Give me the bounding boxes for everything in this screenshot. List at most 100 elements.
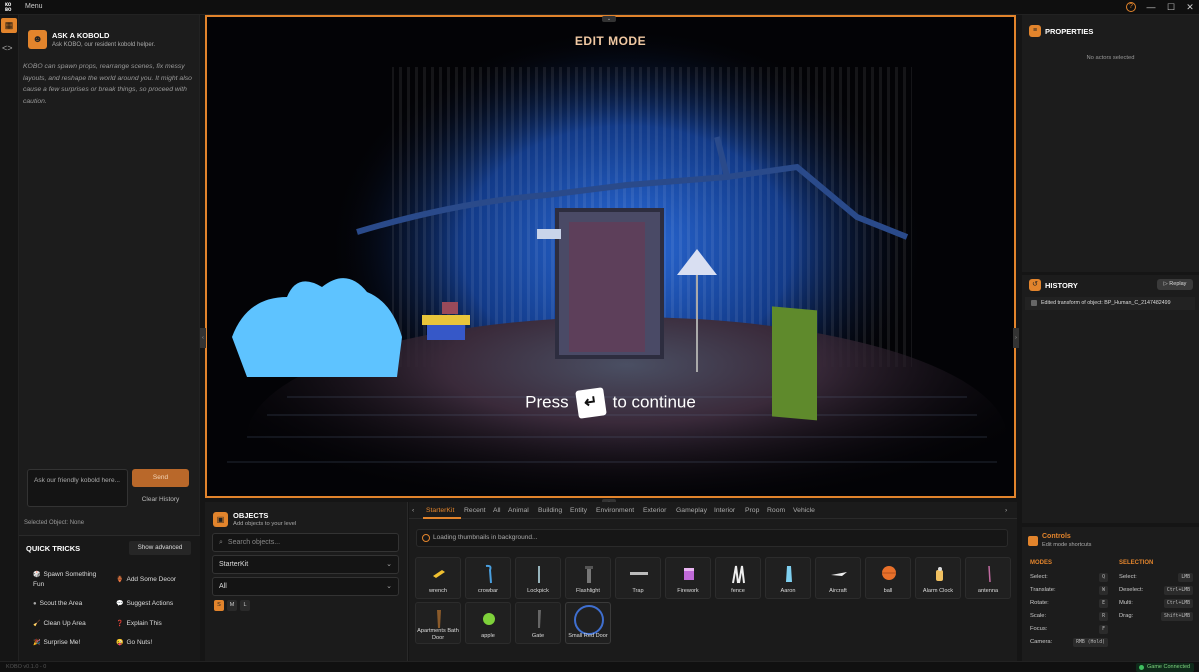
close-button[interactable]: ✕ bbox=[1183, 1, 1197, 13]
trick-go-nuts[interactable]: 😜 Go Nuts! bbox=[116, 638, 196, 648]
status-bar: KOBO v0.1.0 - 0 Game Connected bbox=[0, 661, 1199, 672]
minimize-button[interactable]: — bbox=[1144, 1, 1158, 13]
trick-surprise-me[interactable]: 🎉 Surprise Me! bbox=[33, 638, 113, 648]
help-icon[interactable]: ? bbox=[1126, 2, 1136, 12]
asset-ball[interactable]: ball bbox=[865, 557, 911, 599]
tab-starterkit[interactable]: StarterKit bbox=[426, 507, 454, 514]
checkbox-icon[interactable] bbox=[1031, 300, 1037, 306]
asset-trap[interactable]: Trap bbox=[615, 557, 661, 599]
trick-explain-this[interactable]: ❓ Explain This bbox=[116, 619, 196, 629]
asset-wrench[interactable]: wrench bbox=[415, 557, 461, 599]
chat-input[interactable]: Ask our friendly kobold here... bbox=[27, 469, 128, 507]
alarm-clock-icon bbox=[936, 567, 943, 581]
broom-icon: 🧹 bbox=[33, 621, 41, 627]
asset-crowbar[interactable]: crowbar bbox=[465, 557, 511, 599]
flashlight-icon bbox=[585, 566, 593, 583]
tab-room[interactable]: Room bbox=[767, 507, 785, 514]
tab-vehicle[interactable]: Vehicle bbox=[793, 507, 815, 514]
asset-aaron[interactable]: Aaron bbox=[765, 557, 811, 599]
ask-kobold-subtitle: Ask KOBO, our resident kobold helper. bbox=[52, 42, 156, 48]
chevron-down-icon: ⌄ bbox=[386, 561, 392, 568]
ask-kobold-title: ASK A KOBOLD bbox=[52, 31, 110, 40]
selection-row: Multi: Ctrl+LMB bbox=[1119, 597, 1193, 610]
history-panel: ↺ HISTORY ▷ Replay Edited transform of o… bbox=[1022, 275, 1199, 523]
asset-small-red-door[interactable]: Small Red Door bbox=[565, 602, 611, 644]
show-advanced-button[interactable]: Show advanced bbox=[129, 541, 191, 555]
asset-alarm-clock[interactable]: Alarm Clock bbox=[915, 557, 961, 599]
icon-rail: ▦ <> bbox=[0, 15, 19, 661]
scout-icon: ● bbox=[33, 601, 37, 607]
asset-flashlight[interactable]: Flashlight bbox=[565, 557, 611, 599]
press-to-continue-prompt[interactable]: Press ↵ to continue bbox=[207, 387, 1014, 419]
asset-firework[interactable]: Firework bbox=[665, 557, 711, 599]
tab-exterior[interactable]: Exterior bbox=[643, 507, 666, 514]
mode-row: Focus: F bbox=[1030, 623, 1108, 636]
size-medium-button[interactable]: M bbox=[227, 600, 237, 611]
ball-icon bbox=[882, 566, 896, 580]
tab-interior[interactable]: Interior bbox=[714, 507, 735, 514]
trick-add-some-decor[interactable]: 🏺 Add Some Decor bbox=[116, 575, 196, 585]
asset-apartments-bath-door[interactable]: Apartments Bath Door bbox=[415, 602, 461, 644]
firework-icon bbox=[684, 568, 694, 580]
tab-entity[interactable]: Entity bbox=[570, 507, 587, 514]
selection-row: Drag: Shift+LMB bbox=[1119, 610, 1193, 623]
tab-recent[interactable]: Recent bbox=[464, 507, 486, 514]
tab-animal[interactable]: Animal bbox=[508, 507, 529, 514]
history-entry[interactable]: Edited transform of object: BP_Human_C_2… bbox=[1025, 297, 1195, 310]
mode-row: Rotate: E bbox=[1030, 597, 1108, 610]
trick-clean-up-area[interactable]: 🧹 Clean Up Area bbox=[33, 619, 113, 629]
tabs-scroll-right-icon[interactable]: › bbox=[1005, 507, 1007, 514]
aaron-icon bbox=[786, 566, 792, 582]
asset-gate[interactable]: Gate bbox=[515, 602, 561, 644]
menu-button[interactable]: Menu bbox=[25, 3, 43, 10]
crowbar-icon bbox=[485, 564, 492, 584]
version-label: KOBO v0.1.0 - 0 bbox=[6, 664, 47, 670]
collapse-top-handle[interactable]: ⌄ bbox=[602, 16, 616, 22]
tab-prop[interactable]: Prop bbox=[745, 507, 759, 514]
maximize-button[interactable]: ☐ bbox=[1164, 1, 1178, 13]
clear-history-button[interactable]: Clear History bbox=[132, 491, 189, 508]
asset-apple[interactable]: apple bbox=[465, 602, 511, 644]
size-large-button[interactable]: L bbox=[240, 600, 250, 611]
tab-building[interactable]: Building bbox=[538, 507, 562, 514]
asset-antenna[interactable]: antenna bbox=[965, 557, 1011, 599]
party-icon: 🎉 bbox=[33, 640, 41, 646]
code-icon[interactable]: <> bbox=[2, 43, 13, 53]
asset-fence[interactable]: fence bbox=[715, 557, 761, 599]
antenna-icon bbox=[988, 565, 991, 583]
connection-badge: Game Connected bbox=[1136, 663, 1195, 672]
cube-icon: ▣ bbox=[213, 512, 228, 527]
replay-button[interactable]: ▷ Replay bbox=[1157, 279, 1193, 290]
ask-kobold-panel: ☻ ASK A KOBOLD Ask KOBO, our resident ko… bbox=[19, 15, 200, 661]
asset-lockpick[interactable]: Lockpick bbox=[515, 557, 561, 599]
history-icon: ↺ bbox=[1029, 279, 1041, 291]
tab-all[interactable]: All bbox=[493, 507, 501, 514]
collapse-left-handle[interactable]: ‹ bbox=[200, 328, 206, 348]
selected-ring-icon bbox=[574, 605, 604, 635]
send-button[interactable]: Send bbox=[132, 469, 189, 487]
search-icon: ⌕ bbox=[219, 539, 223, 546]
mode-row: Camera: RMB (Hold) bbox=[1030, 636, 1108, 649]
tabs-scroll-left-icon[interactable]: ‹ bbox=[412, 507, 414, 514]
filter-select[interactable]: All ⌄ bbox=[212, 577, 399, 596]
kit-select[interactable]: StarterKit ⌄ bbox=[212, 555, 399, 574]
search-objects-input[interactable]: ⌕ Search objects... bbox=[212, 533, 399, 552]
trick-scout-the-area[interactable]: ● Scout the Area bbox=[33, 599, 113, 609]
title-bar: KO BO Menu ? — ☐ ✕ bbox=[0, 0, 1199, 15]
tab-environment[interactable]: Environment bbox=[596, 507, 634, 514]
status-dot-icon bbox=[1139, 665, 1144, 670]
gate-icon bbox=[538, 610, 541, 628]
collapse-right-handle[interactable]: › bbox=[1013, 328, 1019, 348]
wrench-icon bbox=[433, 570, 445, 578]
selection-list: Select: LMB Deselect: Ctrl+LMB Multi: Ctrl+… bbox=[1119, 571, 1193, 623]
properties-title: PROPERTIES bbox=[1045, 27, 1094, 36]
map-icon[interactable]: ▦ bbox=[1, 18, 17, 33]
trick-spawn-something-fun[interactable]: 🎲 Spawn Something Fun bbox=[33, 570, 108, 590]
tab-gameplay[interactable]: Gameplay bbox=[676, 507, 707, 514]
size-small-button[interactable]: S bbox=[214, 600, 224, 611]
trick-suggest-actions[interactable]: 💬 Suggest Actions bbox=[116, 599, 196, 609]
game-viewport[interactable]: EDIT MODE Press ↵ to continue bbox=[205, 15, 1016, 498]
crazy-face-icon: 😜 bbox=[116, 640, 124, 646]
asset-aircraft[interactable]: Aircraft bbox=[815, 557, 861, 599]
quick-tricks-section: QUICK TRICKS Show advanced 🎲 Spawn Someth… bbox=[19, 535, 200, 661]
